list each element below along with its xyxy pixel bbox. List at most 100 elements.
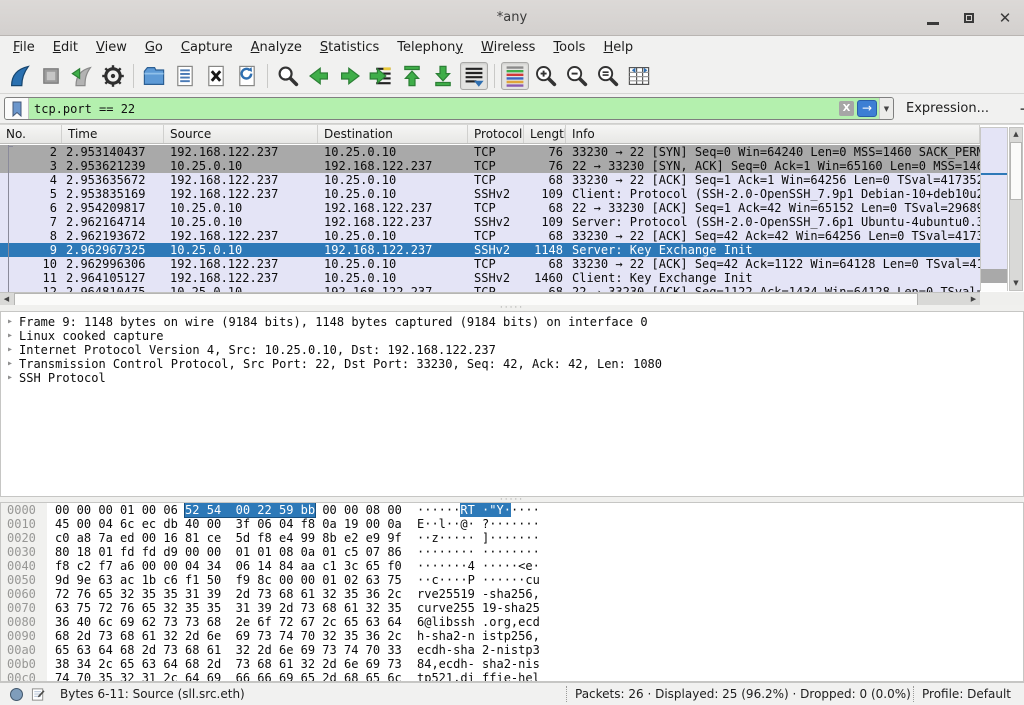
capture-stop-button[interactable] <box>37 62 65 90</box>
close-button[interactable]: ✕ <box>994 7 1016 29</box>
colorize-button[interactable] <box>501 62 529 90</box>
column-header-length[interactable]: Length <box>524 125 566 143</box>
go-to-packet-button[interactable] <box>367 62 395 90</box>
vertical-scroll-thumb[interactable] <box>1010 142 1022 200</box>
minimize-button[interactable] <box>922 7 944 29</box>
auto-scroll-button[interactable] <box>460 62 488 90</box>
column-header-no[interactable]: No. <box>0 125 62 143</box>
zoom-out-button[interactable] <box>563 62 591 90</box>
hex-row-0060[interactable]: 006072 76 65 32 35 35 31 39 2d 73 68 61 … <box>1 587 1023 601</box>
expand-arrow-icon[interactable]: ▸ <box>1 329 19 343</box>
expert-info-icon[interactable] <box>10 688 23 701</box>
find-packet-button[interactable] <box>274 62 302 90</box>
intelligent-scrollbar-minimap[interactable] <box>980 127 1008 291</box>
reload-button[interactable] <box>233 62 261 90</box>
detail-ssh[interactable]: ▸SSH Protocol <box>1 371 1023 385</box>
expand-arrow-icon[interactable]: ▸ <box>1 357 19 371</box>
menu-tools[interactable]: Tools <box>544 38 594 57</box>
capture-options-button[interactable] <box>99 62 127 90</box>
menu-analyze[interactable]: Analyze <box>242 38 311 57</box>
filter-clear-button[interactable]: X <box>839 101 854 116</box>
filter-value[interactable]: tcp.port == 22 <box>29 102 839 116</box>
capture-restart-button[interactable] <box>68 62 96 90</box>
expression-button[interactable]: Expression... <box>906 101 989 116</box>
packet-row-12[interactable]: 122.96481047510.25.0.10192.168.122.237TC… <box>0 285 980 292</box>
packet-row-9-selected[interactable]: 92.96296732510.25.0.10192.168.122.237SSH… <box>0 243 980 257</box>
capture-comment-icon[interactable] <box>31 687 46 702</box>
packet-row-4[interactable]: 42.953635672192.168.122.23710.25.0.10TCP… <box>0 173 980 187</box>
hex-bytes[interactable]: 00 00 00 01 00 06 52 54 00 22 59 bb 00 0… <box>47 503 411 517</box>
hex-row-0030[interactable]: 003080 18 01 fd fd d9 00 00 01 01 08 0a … <box>1 545 1023 559</box>
menu-telephony[interactable]: Telephony <box>388 38 472 57</box>
resize-columns-button[interactable] <box>625 62 653 90</box>
hex-row-0040[interactable]: 0040f8 c2 f7 a6 00 00 04 34 06 14 84 aa … <box>1 559 1023 573</box>
capture-start-button[interactable] <box>6 62 34 90</box>
maximize-button[interactable] <box>958 7 980 29</box>
expand-arrow-icon[interactable]: ▸ <box>1 343 19 357</box>
packet-row-10[interactable]: 102.962996306192.168.122.23710.25.0.10TC… <box>0 257 980 271</box>
status-field-info: Bytes 6-11: Source (sll.src.eth) <box>60 687 245 701</box>
packet-row-6[interactable]: 62.95420981710.25.0.10192.168.122.237TCP… <box>0 201 980 215</box>
zoom-reset-button[interactable] <box>594 62 622 90</box>
expand-arrow-icon[interactable]: ▸ <box>1 371 19 385</box>
packet-row-2[interactable]: 22.953140437192.168.122.23710.25.0.10TCP… <box>0 145 980 159</box>
restart-icon <box>70 64 94 88</box>
detail-linux-cooked[interactable]: ▸Linux cooked capture <box>1 329 1023 343</box>
filter-bookmark-button[interactable] <box>5 98 29 119</box>
packet-row-5[interactable]: 52.953835169192.168.122.23710.25.0.10SSH… <box>0 187 980 201</box>
hex-row-0090[interactable]: 009068 2d 73 68 61 32 2d 6e 69 73 74 70 … <box>1 629 1023 643</box>
highlighted-bytes[interactable]: 52 54 00 22 59 bb <box>185 503 315 517</box>
hex-row-00c0[interactable]: 00c074 70 35 32 31 2c 64 69 66 66 69 65 … <box>1 671 1023 682</box>
column-header-destination[interactable]: Destination <box>318 125 468 143</box>
expand-arrow-icon[interactable]: ▸ <box>1 315 19 329</box>
filter-add-button[interactable]: + <box>1013 100 1024 118</box>
hex-ascii[interactable]: ······RT ·"Y····· <box>411 503 540 517</box>
scroll-down-arrow[interactable]: ▼ <box>1010 277 1022 290</box>
packet-row-3[interactable]: 32.95362123910.25.0.10192.168.122.237TCP… <box>0 159 980 173</box>
filter-apply-button[interactable]: → <box>857 100 877 117</box>
highlighted-ascii[interactable]: RT ·"Y· <box>460 503 511 517</box>
display-filter-input[interactable]: tcp.port == 22 X → ▼ <box>4 97 894 120</box>
go-last-button[interactable] <box>429 62 457 90</box>
menu-file[interactable]: File <box>4 38 44 57</box>
detail-ip[interactable]: ▸Internet Protocol Version 4, Src: 10.25… <box>1 343 1023 357</box>
menu-view[interactable]: View <box>87 38 136 57</box>
column-header-info[interactable]: Info <box>566 125 980 143</box>
hex-row-0000[interactable]: 0000 00 00 00 01 00 06 52 54 00 22 59 bb… <box>1 503 1023 517</box>
menu-capture[interactable]: Capture <box>172 38 242 57</box>
hex-row-0020[interactable]: 0020c0 a8 7a ed 00 16 81 ce 5d f8 e4 99 … <box>1 531 1023 545</box>
hex-row-00a0[interactable]: 00a065 63 64 68 2d 73 68 61 32 2d 6e 69 … <box>1 643 1023 657</box>
detail-frame[interactable]: ▸Frame 9: 1148 bytes on wire (9184 bits)… <box>1 315 1023 329</box>
hex-row-0050[interactable]: 00509d 9e 63 ac 1b c6 f1 50 f9 8c 00 00 … <box>1 573 1023 587</box>
packet-row-11[interactable]: 112.964105127192.168.122.23710.25.0.10SS… <box>0 271 980 285</box>
detail-tcp[interactable]: ▸Transmission Control Protocol, Src Port… <box>1 357 1023 371</box>
scroll-up-arrow[interactable]: ▲ <box>1010 128 1022 141</box>
packet-list-horizontal-scrollbar[interactable]: ◀ ▶ <box>0 292 980 306</box>
menu-help[interactable]: Help <box>594 38 642 57</box>
menu-go[interactable]: Go <box>136 38 172 57</box>
file-save-button[interactable] <box>171 62 199 90</box>
hex-row-0080[interactable]: 008036 40 6c 69 62 73 73 68 2e 6f 72 67 … <box>1 615 1023 629</box>
menu-edit[interactable]: Edit <box>44 38 87 57</box>
file-close-button[interactable] <box>202 62 230 90</box>
packet-list-vertical-scrollbar[interactable]: ▲ ▼ <box>1009 127 1023 291</box>
filter-dropdown-button[interactable]: ▼ <box>879 98 893 119</box>
status-profile[interactable]: Profile: Default <box>922 687 1011 701</box>
goto-lines-icon <box>369 64 393 88</box>
go-first-button[interactable] <box>398 62 426 90</box>
go-back-button[interactable] <box>305 62 333 90</box>
column-header-protocol[interactable]: Protocol <box>468 125 524 143</box>
hex-row-0010[interactable]: 001045 00 04 6c ec db 40 00 3f 06 04 f8 … <box>1 517 1023 531</box>
column-header-source[interactable]: Source <box>164 125 318 143</box>
file-open-button[interactable] <box>140 62 168 90</box>
menu-wireless[interactable]: Wireless <box>472 38 544 57</box>
packet-row-8[interactable]: 82.962193672192.168.122.23710.25.0.10TCP… <box>0 229 980 243</box>
hex-row-0070[interactable]: 007063 75 72 76 65 32 35 35 31 39 2d 73 … <box>1 601 1023 615</box>
column-header-time[interactable]: Time <box>62 125 164 143</box>
menu-statistics[interactable]: Statistics <box>311 38 388 57</box>
stop-icon <box>39 64 63 88</box>
packet-row-7[interactable]: 72.96216471410.25.0.10192.168.122.237SSH… <box>0 215 980 229</box>
zoom-in-button[interactable] <box>532 62 560 90</box>
hex-row-00b0[interactable]: 00b038 34 2c 65 63 64 68 2d 73 68 61 32 … <box>1 657 1023 671</box>
go-forward-button[interactable] <box>336 62 364 90</box>
